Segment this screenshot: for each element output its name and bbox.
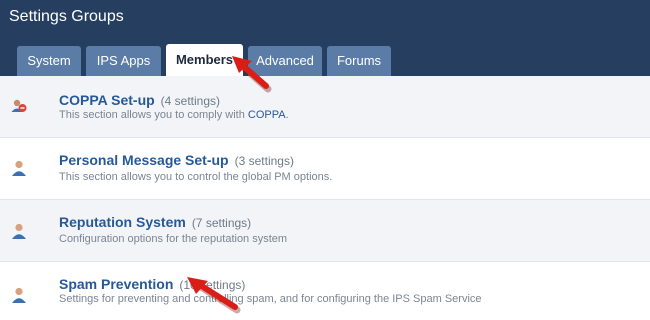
settings-group-coppa[interactable]: COPPA Set-up (4 settings) This section al… [0,76,650,137]
page-title: Settings Groups [9,8,124,25]
tab-forums[interactable]: Forums [327,46,391,76]
group-description: This section allows you to control the g… [59,171,333,183]
coppa-group-icon [11,99,27,112]
settings-count: (4 settings) [160,94,221,108]
settings-group-spam-prevention[interactable]: Spam Prevention (10 settings) Settings fo… [0,262,650,320]
tab-members[interactable]: Members [166,44,243,76]
settings-group-reputation[interactable]: Reputation System (7 settings) Configurat… [0,200,650,261]
settings-count: (7 settings) [191,216,252,230]
group-title[interactable]: COPPA Set-up (4 settings) [59,92,220,108]
settings-count: (10 settings) [179,278,246,292]
group-description: Settings for preventing and controlling … [59,293,482,305]
member-icon [12,160,26,176]
settings-count: (3 settings) [234,154,294,168]
settings-group-personal-message[interactable]: Personal Message Set-up (3 settings) This… [0,138,650,199]
settings-header: Settings Groups System IPS Apps Members … [0,0,650,76]
group-title[interactable]: Personal Message Set-up (3 settings) [59,152,294,168]
tab-ips-apps[interactable]: IPS Apps [86,46,161,76]
tab-system[interactable]: System [17,46,81,76]
member-icon [12,287,26,303]
group-title[interactable]: Reputation System (7 settings) [59,214,251,230]
group-description: This section allows you to comply with C… [59,109,289,121]
group-description: Configuration options for the reputation… [59,233,288,245]
member-icon [12,223,26,239]
group-title[interactable]: Spam Prevention (10 settings) [59,276,245,292]
coppa-link[interactable]: COPPA [248,109,286,121]
tab-advanced[interactable]: Advanced [248,46,322,76]
